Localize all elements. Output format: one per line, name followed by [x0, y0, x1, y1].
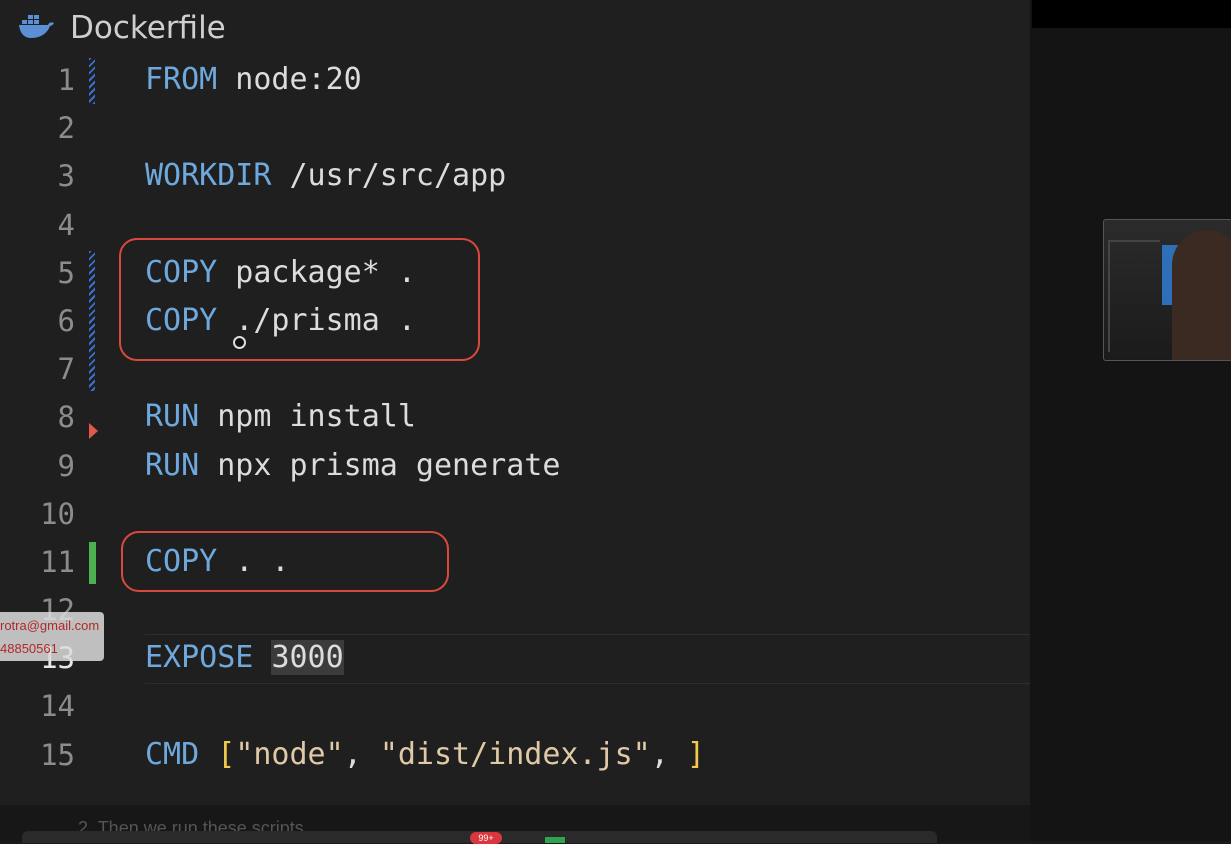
code-token: "node"	[235, 736, 344, 772]
line-number: 2	[57, 111, 75, 146]
code-text[interactable]: RUN npm install	[145, 393, 416, 441]
annotation-box-copy-deps	[119, 238, 480, 361]
line-number: 14	[40, 689, 75, 724]
line-number: 1	[57, 63, 75, 97]
code-token: [	[217, 736, 236, 772]
code-token: FROM	[145, 62, 218, 97]
code-token: WORKDIR	[145, 158, 272, 194]
code-token: /usr/src/app	[271, 158, 507, 194]
line-number: 7	[57, 352, 75, 387]
code-editor[interactable]: Dockerfile 1 FROM node:20 2 3 WORKDIR /usr/s…	[0, 0, 1030, 805]
code-line[interactable]: 8 RUN npm install	[0, 393, 1030, 441]
code-token: RUN	[145, 447, 200, 483]
webcam-overlay	[1103, 219, 1231, 361]
code-token: node:20	[217, 62, 362, 97]
git-added-marker[interactable]	[89, 542, 96, 584]
code-token: npm install	[199, 399, 416, 435]
git-modified-marker[interactable]	[89, 58, 95, 104]
line-number: 5	[57, 255, 75, 290]
code-line[interactable]: 1 FROM node:20	[0, 56, 1030, 104]
watermark-email: rotra@gmail.com	[0, 618, 100, 633]
line-number: 4	[57, 207, 75, 242]
code-token: ,	[650, 736, 687, 772]
code-text[interactable]: WORKDIR /usr/src/app	[145, 152, 506, 200]
code-token: npx prisma generate	[199, 447, 561, 483]
code-token: EXPOSE	[145, 640, 254, 676]
docker-whale-icon	[18, 12, 56, 44]
editor-tab[interactable]: Dockerfile	[18, 8, 226, 48]
notification-badge: 99+	[470, 832, 502, 844]
code-line[interactable]: 15 CMD ["node", "dist/index.js", ]	[0, 731, 1030, 779]
code-text[interactable]: FROM node:20	[145, 56, 362, 104]
code-line[interactable]: 14	[0, 682, 1030, 730]
code-text[interactable]: CMD ["node", "dist/index.js", ]	[145, 731, 705, 779]
line-number: 6	[57, 303, 75, 338]
git-deleted-marker[interactable]	[89, 423, 98, 440]
line-number: 8	[57, 400, 75, 435]
annotation-box-copy-all	[121, 531, 449, 592]
app-icon[interactable]	[545, 837, 565, 843]
line-number: 15	[40, 737, 75, 772]
code-area[interactable]: 1 FROM node:20 2 3 WORKDIR /usr/src/app 4 5 COP…	[0, 56, 1030, 779]
code-token: ]	[686, 736, 705, 772]
code-token: CMD	[145, 736, 200, 772]
code-line[interactable]: 12	[0, 586, 1030, 634]
file-name: Dockerfile	[70, 10, 226, 46]
watermark: rotra@gmail.com 48850561	[0, 612, 104, 661]
mouse-cursor-icon	[233, 336, 246, 349]
code-line[interactable]: 13EXPOSE 3000	[0, 634, 1030, 682]
top-strip	[1032, 0, 1231, 28]
git-modified-marker[interactable]	[89, 250, 95, 391]
code-text[interactable]: EXPOSE 3000	[145, 634, 344, 682]
code-text[interactable]: RUN npx prisma generate	[145, 442, 560, 490]
code-token: "dist/index.js"	[379, 736, 651, 772]
line-number: 11	[40, 544, 75, 579]
right-panel	[1030, 0, 1231, 841]
code-token: RUN	[145, 399, 200, 435]
code-token: 3000	[271, 640, 344, 676]
watermark-phone: 48850561	[0, 641, 58, 656]
line-number: 3	[57, 159, 75, 194]
code-line[interactable]: 2	[0, 104, 1030, 152]
code-line[interactable]: 3 WORKDIR /usr/src/app	[0, 152, 1030, 200]
code-line[interactable]: 9 RUN npx prisma generate	[0, 442, 1030, 490]
code-token: ,	[343, 736, 380, 772]
line-number: 10	[40, 496, 75, 531]
line-number: 9	[57, 448, 75, 483]
